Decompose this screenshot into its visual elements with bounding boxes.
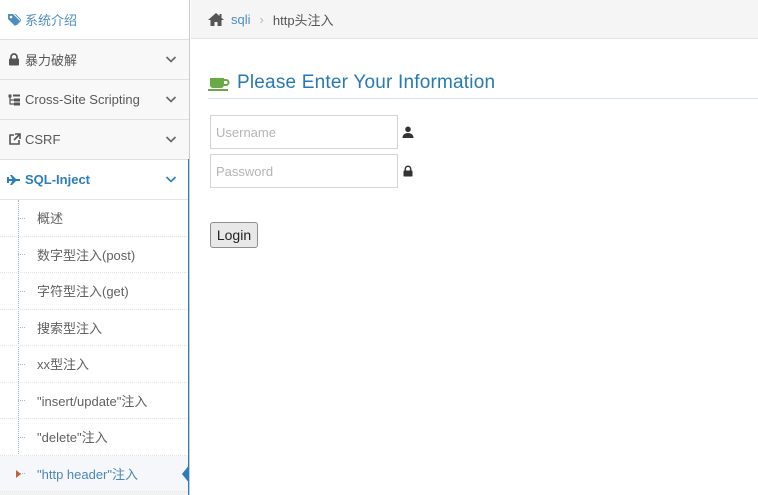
submenu-item-label: "http header"注入 xyxy=(37,466,139,482)
sidebar-item-xss[interactable]: Cross-Site Scripting xyxy=(0,80,189,120)
plane-icon xyxy=(7,173,21,187)
submenu-item-label: "delete"注入 xyxy=(37,430,108,446)
password-input[interactable] xyxy=(210,154,398,188)
chevron-down-icon[interactable] xyxy=(165,53,177,65)
active-indicator-bar xyxy=(188,159,189,495)
share-icon xyxy=(7,133,21,147)
chevron-down-icon[interactable] xyxy=(165,93,177,105)
submenu-item-label: "insert/update"注入 xyxy=(37,393,148,409)
sidebar-item-sql-inject[interactable]: SQL-Inject xyxy=(0,160,189,200)
sidebar-item-label: 系统介绍 xyxy=(25,13,78,28)
submenu-item-overview[interactable]: 概述 xyxy=(0,200,189,237)
breadcrumb-separator: › xyxy=(259,11,264,27)
sidebar-item-label: 暴力破解 xyxy=(25,53,78,68)
coffee-cup-icon xyxy=(208,78,230,91)
password-row xyxy=(210,154,414,188)
username-input[interactable] xyxy=(210,115,398,149)
submenu-item-search[interactable]: 搜索型注入 xyxy=(0,310,189,346)
breadcrumb-link-sqli[interactable]: sqli xyxy=(231,12,251,27)
submenu-item-delete[interactable]: "delete"注入 xyxy=(0,419,189,456)
submenu-item-label: 数字型注入(post) xyxy=(37,247,136,263)
home-icon[interactable] xyxy=(207,12,225,27)
sidebar-item-system-intro[interactable]: 系统介绍 xyxy=(0,0,189,40)
chevron-down-icon[interactable] xyxy=(165,133,177,145)
sql-inject-submenu: 概述 数字型注入(post) 字符型注入(get) 搜索型注入 xx型注入 "i… xyxy=(0,200,189,492)
sidebar-item-label: SQL-Inject xyxy=(25,172,91,187)
app-layout: 系统介绍 暴力破解 Cross-Site Scripting CSRF SQL-… xyxy=(0,0,758,495)
breadcrumb: sqli › http头注入 xyxy=(191,0,758,39)
username-row xyxy=(210,115,414,149)
submenu-item-numeric-post[interactable]: 数字型注入(post) xyxy=(0,237,189,273)
breadcrumb-current: http头注入 xyxy=(272,12,334,28)
page-title: Please Enter Your Information xyxy=(237,72,496,93)
submenu-item-label: 字符型注入(get) xyxy=(37,284,129,300)
submenu-item-insert-update[interactable]: "insert/update"注入 xyxy=(0,383,189,419)
sidebar-item-label: Cross-Site Scripting xyxy=(25,92,140,107)
submenu-item-string-get[interactable]: 字符型注入(get) xyxy=(0,273,189,310)
login-form: Login xyxy=(210,115,414,248)
sitemap-icon xyxy=(7,93,21,107)
chevron-down-icon[interactable] xyxy=(165,173,177,185)
sidebar: 系统介绍 暴力破解 Cross-Site Scripting CSRF SQL-… xyxy=(0,0,190,495)
lock-icon xyxy=(403,165,413,177)
tags-icon xyxy=(7,13,21,27)
caret-right-icon xyxy=(16,469,21,478)
submenu-item-http-header[interactable]: "http header"注入 xyxy=(0,455,189,492)
sidebar-item-brute-force[interactable]: 暴力破解 xyxy=(0,40,189,80)
sidebar-item-csrf[interactable]: CSRF xyxy=(0,120,189,160)
submenu-item-label: 概述 xyxy=(37,211,64,227)
user-icon xyxy=(402,126,414,138)
submenu-item-label: xx型注入 xyxy=(37,357,90,373)
login-button[interactable]: Login xyxy=(210,222,258,248)
lock-icon xyxy=(7,53,21,67)
submenu-item-xx[interactable]: xx型注入 xyxy=(0,346,189,383)
main-content: Please Enter Your Information Login xyxy=(191,40,758,495)
submenu-item-label: 搜索型注入 xyxy=(37,320,103,336)
sidebar-item-label: CSRF xyxy=(25,132,61,147)
page-header: Please Enter Your Information xyxy=(208,68,758,99)
